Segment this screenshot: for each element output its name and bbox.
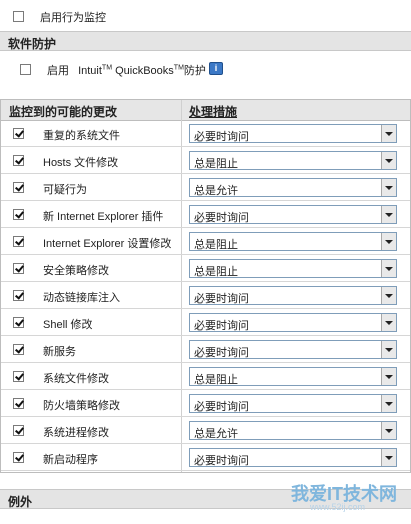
change-label: Internet Explorer 设置修改 bbox=[43, 238, 172, 250]
change-checkbox[interactable] bbox=[13, 290, 24, 301]
column-header-action[interactable]: 处理措施 bbox=[189, 103, 237, 120]
behavior-monitor-label: 启用行为监控 bbox=[40, 12, 106, 24]
exceptions-title: 例外 bbox=[8, 495, 33, 509]
brand-quickbooks: QuickBooks bbox=[115, 65, 174, 77]
change-checkbox[interactable] bbox=[13, 317, 24, 328]
chevron-down-icon[interactable] bbox=[381, 233, 396, 250]
action-select-value: 总是阻止 bbox=[194, 158, 238, 170]
action-select-value: 必要时询问 bbox=[194, 455, 249, 467]
chevron-down-icon[interactable] bbox=[381, 314, 396, 331]
table-row: Shell 修改 必要时询问 bbox=[1, 309, 410, 336]
action-select-value: 总是阻止 bbox=[194, 374, 238, 386]
watermark-logo: 我爱IT技术网 www.52ij.com bbox=[205, 480, 405, 520]
monitored-changes-table: 监控到的可能的更改 处理措施 重复的系统文件 必要时询问 Hosts 文件修改 总是阻… bbox=[0, 99, 411, 473]
action-select-value: 总是阻止 bbox=[194, 239, 238, 251]
action-select[interactable]: 总是阻止 bbox=[189, 232, 397, 251]
change-label: 新服务 bbox=[43, 346, 76, 358]
change-label: 新启动程序 bbox=[43, 454, 98, 466]
watermark-url: www.52ij.com bbox=[309, 502, 365, 512]
change-checkbox[interactable] bbox=[13, 398, 24, 409]
action-select[interactable]: 必要时询问 bbox=[189, 313, 397, 332]
change-label: 可疑行为 bbox=[43, 184, 87, 196]
change-checkbox[interactable] bbox=[13, 425, 24, 436]
software-protection-title: 软件防护 bbox=[8, 37, 57, 51]
chevron-down-icon[interactable] bbox=[381, 422, 396, 439]
table-row: 防火墙策略修改 必要时询问 bbox=[1, 390, 410, 417]
chevron-down-icon[interactable] bbox=[381, 395, 396, 412]
action-select[interactable]: 必要时询问 bbox=[189, 448, 397, 467]
change-checkbox[interactable] bbox=[13, 263, 24, 274]
chevron-down-icon[interactable] bbox=[381, 179, 396, 196]
action-select-value: 必要时询问 bbox=[194, 401, 249, 413]
change-label: Shell 修改 bbox=[43, 319, 93, 331]
action-select[interactable]: 总是阻止 bbox=[189, 259, 397, 278]
info-icon[interactable]: i bbox=[209, 62, 223, 75]
chevron-down-icon[interactable] bbox=[381, 287, 396, 304]
change-checkbox[interactable] bbox=[13, 128, 24, 139]
tm-mark: TM bbox=[173, 64, 184, 72]
chevron-down-icon[interactable] bbox=[381, 206, 396, 223]
behavior-monitor-checkbox[interactable] bbox=[13, 11, 24, 22]
change-checkbox[interactable] bbox=[13, 236, 24, 247]
table-row: 新启动程序 必要时询问 bbox=[1, 444, 410, 471]
chevron-down-icon[interactable] bbox=[381, 260, 396, 277]
action-select[interactable]: 必要时询问 bbox=[189, 205, 397, 224]
action-select-value: 必要时询问 bbox=[194, 212, 249, 224]
change-checkbox[interactable] bbox=[13, 371, 24, 382]
change-checkbox[interactable] bbox=[13, 209, 24, 220]
quickbooks-protection-label: 启用 IntuitTM QuickBooksTM防护 bbox=[47, 62, 206, 78]
change-checkbox[interactable] bbox=[13, 182, 24, 193]
action-select-value: 总是允许 bbox=[194, 185, 238, 197]
action-select[interactable]: 总是允许 bbox=[189, 421, 397, 440]
column-header-changes: 监控到的可能的更改 bbox=[9, 105, 118, 119]
change-label: Hosts 文件修改 bbox=[43, 157, 119, 169]
chevron-down-icon[interactable] bbox=[381, 341, 396, 358]
change-label: 系统文件修改 bbox=[43, 373, 109, 385]
action-select-value: 必要时询问 bbox=[194, 347, 249, 359]
change-label: 重复的系统文件 bbox=[43, 130, 120, 142]
action-select-value: 必要时询问 bbox=[194, 293, 249, 305]
table-row: 系统文件修改 总是阻止 bbox=[1, 363, 410, 390]
table-row: 动态链接库注入 必要时询问 bbox=[1, 282, 410, 309]
action-select[interactable]: 必要时询问 bbox=[189, 394, 397, 413]
action-select-value: 必要时询问 bbox=[194, 131, 249, 143]
change-label: 动态链接库注入 bbox=[43, 292, 120, 304]
change-label: 防火墙策略修改 bbox=[43, 400, 120, 412]
table-row: Hosts 文件修改 总是阻止 bbox=[1, 147, 410, 174]
chevron-down-icon[interactable] bbox=[381, 152, 396, 169]
action-select-value: 必要时询问 bbox=[194, 320, 249, 332]
chevron-down-icon[interactable] bbox=[381, 368, 396, 385]
table-row: 系统进程修改 总是允许 bbox=[1, 417, 410, 444]
table-row: 安全策略修改 总是阻止 bbox=[1, 255, 410, 282]
table-row: 新 Internet Explorer 插件 必要时询问 bbox=[1, 201, 410, 228]
quickbooks-protection-checkbox[interactable] bbox=[20, 64, 31, 75]
table-row: Internet Explorer 设置修改 总是阻止 bbox=[1, 228, 410, 255]
action-select[interactable]: 必要时询问 bbox=[189, 124, 397, 143]
change-label: 新 Internet Explorer 插件 bbox=[43, 211, 164, 223]
action-select[interactable]: 总是允许 bbox=[189, 178, 397, 197]
table-row: 新服务 必要时询问 bbox=[1, 336, 410, 363]
table-header: 监控到的可能的更改 处理措施 bbox=[1, 100, 410, 121]
action-select[interactable]: 必要时询问 bbox=[189, 286, 397, 305]
chevron-down-icon[interactable] bbox=[381, 125, 396, 142]
table-row: 重复的系统文件 必要时询问 bbox=[1, 120, 410, 147]
change-checkbox[interactable] bbox=[13, 344, 24, 355]
change-label: 安全策略修改 bbox=[43, 265, 109, 277]
action-select[interactable]: 总是阻止 bbox=[189, 367, 397, 386]
action-select-value: 总是允许 bbox=[194, 428, 238, 440]
action-select[interactable]: 总是阻止 bbox=[189, 151, 397, 170]
table-row: 可疑行为 总是允许 bbox=[1, 174, 410, 201]
action-select-value: 总是阻止 bbox=[194, 266, 238, 278]
action-select[interactable]: 必要时询问 bbox=[189, 340, 397, 359]
brand-intuit: Intuit bbox=[78, 65, 102, 77]
tm-mark: TM bbox=[101, 64, 113, 72]
chevron-down-icon[interactable] bbox=[381, 449, 396, 466]
change-checkbox[interactable] bbox=[13, 452, 24, 463]
change-label: 系统进程修改 bbox=[43, 427, 109, 439]
enable-prefix: 启用 bbox=[47, 65, 69, 77]
change-checkbox[interactable] bbox=[13, 155, 24, 166]
protection-suffix: 防护 bbox=[183, 65, 206, 77]
software-protection-header: 软件防护 bbox=[0, 31, 411, 51]
